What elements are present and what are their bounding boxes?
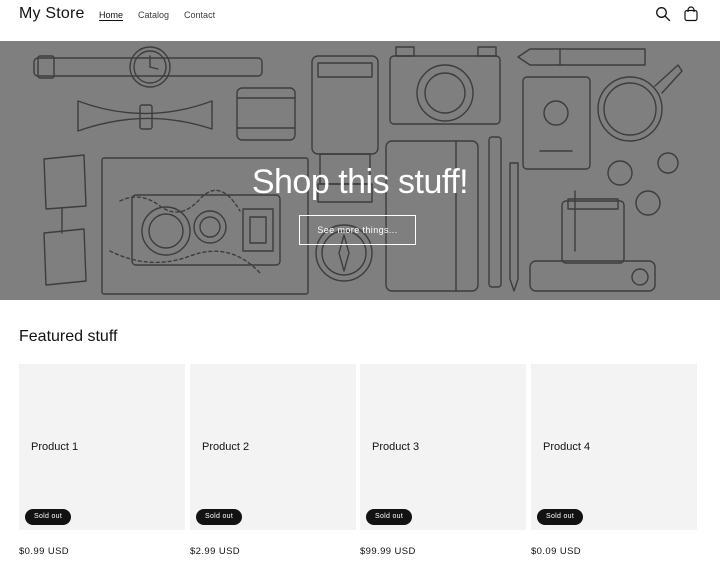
product-price: $0.99 USD (19, 546, 70, 557)
sold-out-badge: Sold out (366, 509, 413, 525)
product-name[interactable]: Product 3 (372, 440, 419, 454)
search-icon[interactable] (655, 6, 671, 22)
hero-banner: Shop this stuff! See more things... (0, 41, 720, 300)
nav-contact[interactable]: Contact (184, 9, 215, 21)
cart-icon[interactable] (683, 6, 699, 22)
product-price: $0.09 USD (531, 546, 582, 557)
site-header: My Store Home Catalog Contact (0, 0, 720, 41)
product-grid: Product 1 Sold out $0.99 USD Product 2 S… (19, 364, 699, 563)
product-name[interactable]: Product 1 (31, 440, 78, 454)
product-name[interactable]: Product 2 (202, 440, 249, 454)
nav-home[interactable]: Home (99, 9, 123, 21)
product-price: $2.99 USD (190, 546, 241, 557)
product-name[interactable]: Product 4 (543, 440, 590, 454)
featured-title: Featured stuff (19, 328, 118, 345)
nav-catalog[interactable]: Catalog (138, 9, 169, 21)
sold-out-badge: Sold out (537, 509, 584, 525)
sold-out-badge: Sold out (196, 509, 243, 525)
store-logo[interactable]: My Store (19, 4, 85, 24)
hero-title: Shop this stuff! (251, 163, 469, 201)
main-nav: Home Catalog Contact (99, 9, 230, 21)
sold-out-badge: Sold out (25, 509, 72, 525)
see-more-button[interactable]: See more things... (299, 215, 416, 245)
product-price: $99.99 USD (360, 546, 416, 557)
